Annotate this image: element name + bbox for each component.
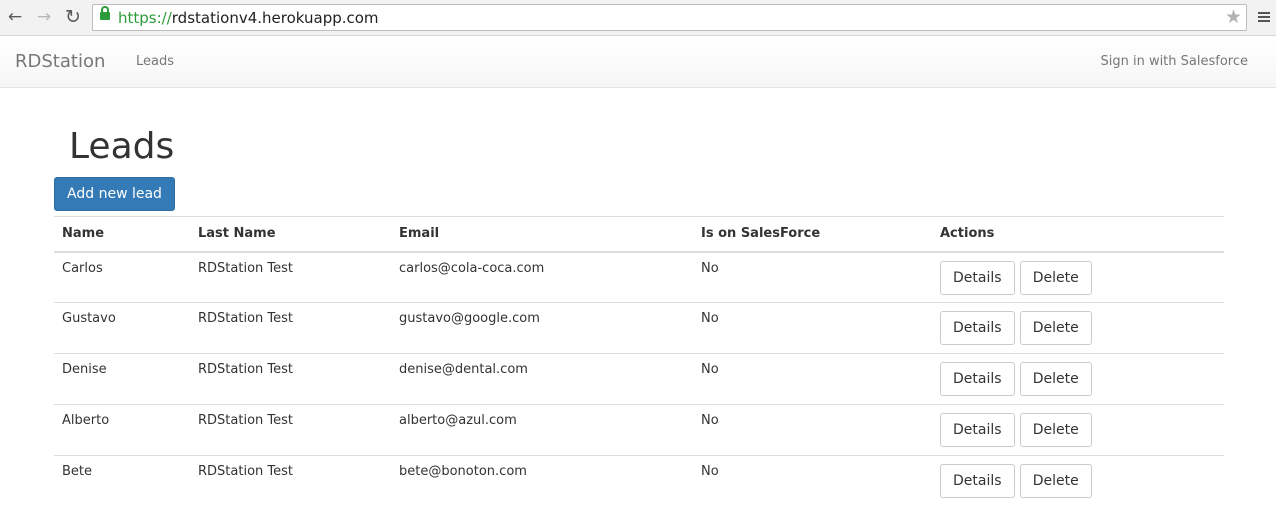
cell-salesforce: No: [693, 455, 932, 507]
reload-icon[interactable]: ↻: [62, 6, 84, 28]
cell-last-name: RDStation Test: [190, 251, 391, 303]
delete-button[interactable]: Delete: [1019, 260, 1092, 295]
cell-last-name: RDStation Test: [190, 404, 391, 456]
cell-actions: Details Delete: [932, 455, 1224, 507]
table-row: Alberto RDStation Test alberto@azul.com …: [54, 404, 1224, 456]
url-host: rdstationv4.herokuapp.com: [171, 9, 379, 27]
lock-icon: [100, 6, 110, 20]
table-row: Gustavo RDStation Test gustavo@google.co…: [54, 302, 1224, 354]
cell-name: Gustavo: [54, 302, 190, 354]
header-salesforce: Is on SalesForce: [693, 216, 932, 253]
header-last-name: Last Name: [190, 216, 391, 253]
cell-last-name: RDStation Test: [190, 455, 391, 507]
cell-email: denise@dental.com: [391, 353, 693, 405]
table-row: Bete RDStation Test bete@bonoton.com No …: [54, 455, 1224, 507]
cell-actions: Details Delete: [932, 404, 1224, 456]
bookmark-star-icon[interactable]: ★: [1225, 6, 1242, 29]
header-name: Name: [54, 216, 190, 253]
cell-name: Alberto: [54, 404, 190, 456]
cell-actions: Details Delete: [932, 251, 1224, 303]
url-scheme: https://: [118, 9, 172, 27]
header-actions: Actions: [932, 216, 1224, 253]
cell-name: Bete: [54, 455, 190, 507]
brand-link[interactable]: RDStation: [15, 51, 105, 73]
browser-toolbar: ← → ↻ https://rdstationv4.herokuapp.com …: [0, 0, 1276, 36]
table-header-row: Name Last Name Email Is on SalesForce Ac…: [54, 216, 1224, 253]
cell-name: Carlos: [54, 251, 190, 303]
details-button[interactable]: Details: [940, 464, 1015, 498]
leads-table: Name Last Name Email Is on SalesForce Ac…: [54, 216, 1224, 507]
header-email: Email: [391, 216, 693, 253]
cell-salesforce: No: [693, 251, 932, 303]
delete-button[interactable]: Delete: [1019, 311, 1092, 345]
url-text[interactable]: https://rdstationv4.herokuapp.com: [118, 9, 379, 27]
delete-button[interactable]: Delete: [1019, 464, 1092, 498]
cell-email: bete@bonoton.com: [391, 455, 693, 507]
details-button[interactable]: Details: [940, 413, 1015, 447]
cell-salesforce: No: [693, 404, 932, 456]
signin-salesforce-link[interactable]: Sign in with Salesforce: [1100, 54, 1248, 70]
back-arrow-icon[interactable]: ←: [4, 6, 26, 28]
cell-actions: Details Delete: [932, 353, 1224, 405]
table-row: Carlos RDStation Test carlos@cola-coca.c…: [54, 251, 1224, 303]
address-bar[interactable]: https://rdstationv4.herokuapp.com ★: [92, 4, 1247, 31]
app-navbar: RDStation Leads Sign in with Salesforce: [0, 36, 1276, 88]
cell-email: alberto@azul.com: [391, 404, 693, 456]
page-title: Leads: [69, 126, 175, 167]
forward-arrow-icon[interactable]: →: [33, 6, 55, 28]
cell-email: gustavo@google.com: [391, 302, 693, 354]
add-new-lead-button[interactable]: Add new lead: [54, 177, 175, 211]
nav-link-leads[interactable]: Leads: [136, 54, 174, 70]
cell-email: carlos@cola-coca.com: [391, 251, 693, 303]
delete-button[interactable]: Delete: [1019, 362, 1092, 396]
delete-button[interactable]: Delete: [1019, 413, 1092, 447]
hamburger-menu-icon[interactable]: [1258, 12, 1270, 23]
cell-name: Denise: [54, 353, 190, 405]
cell-salesforce: No: [693, 302, 932, 354]
details-button[interactable]: Details: [940, 311, 1015, 345]
cell-last-name: RDStation Test: [190, 302, 391, 354]
details-button[interactable]: Details: [940, 260, 1015, 295]
cell-salesforce: No: [693, 353, 932, 405]
table-row: Denise RDStation Test denise@dental.com …: [54, 353, 1224, 405]
details-button[interactable]: Details: [940, 362, 1015, 396]
cell-last-name: RDStation Test: [190, 353, 391, 405]
cell-actions: Details Delete: [932, 302, 1224, 354]
